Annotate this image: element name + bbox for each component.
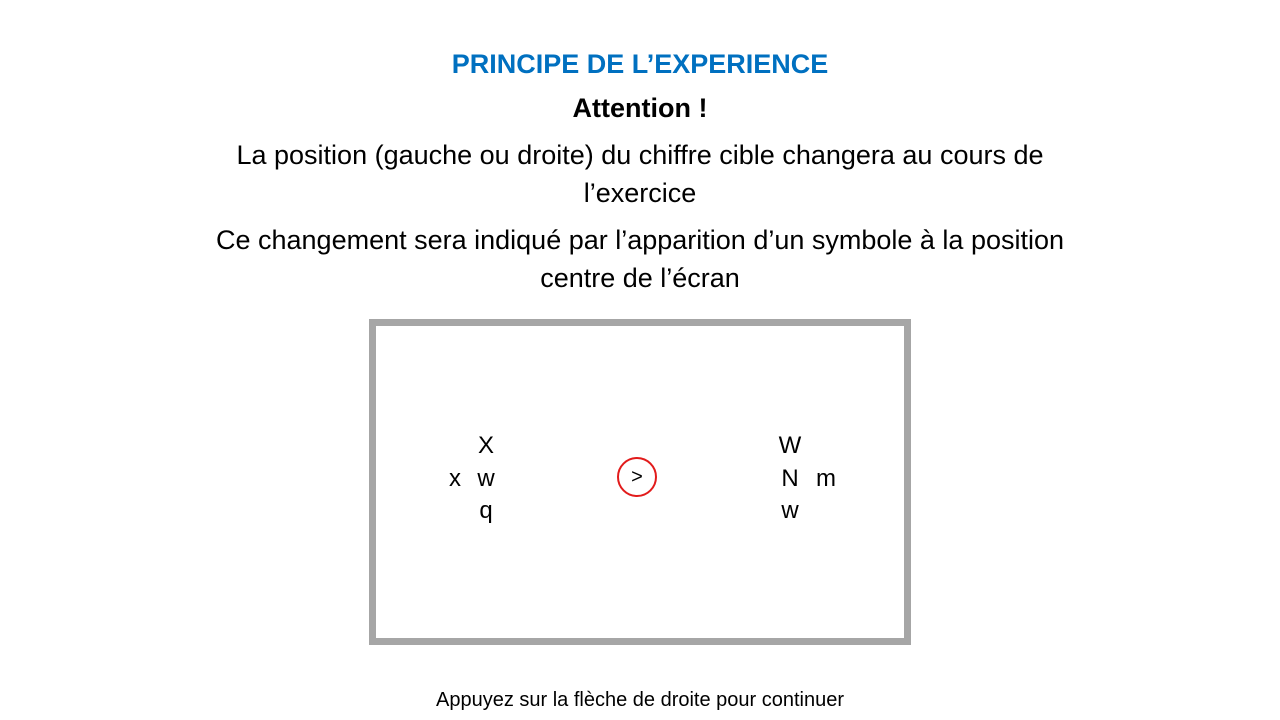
instruction-paragraph-symbol: Ce changement sera indiqué par l’apparit… — [215, 225, 1065, 293]
continue-instruction: Appuyez sur la flèche de droite pour con… — [435, 689, 845, 711]
right-cluster-bottom-letter: w — [781, 497, 799, 524]
right-cluster-right-letter: m — [816, 465, 836, 492]
left-cluster-top-letter: X — [477, 432, 494, 459]
right-cluster-top-letter: W — [778, 432, 802, 459]
slide-title: PRINCIPE DE L’EXPERIENCE — [451, 49, 829, 79]
center-arrow-symbol-circled: > — [617, 457, 657, 497]
center-arrow-symbol: > — [631, 466, 643, 488]
left-cluster-bottom-letter: q — [479, 497, 493, 524]
left-cluster-left-letter: x — [449, 465, 461, 492]
right-cluster-center-letter: N — [781, 465, 799, 492]
attention-heading: Attention ! — [572, 93, 708, 123]
instruction-paragraph-position: La position (gauche ou droite) du chiffr… — [236, 140, 1044, 208]
left-cluster-center-letter: w — [477, 465, 495, 492]
